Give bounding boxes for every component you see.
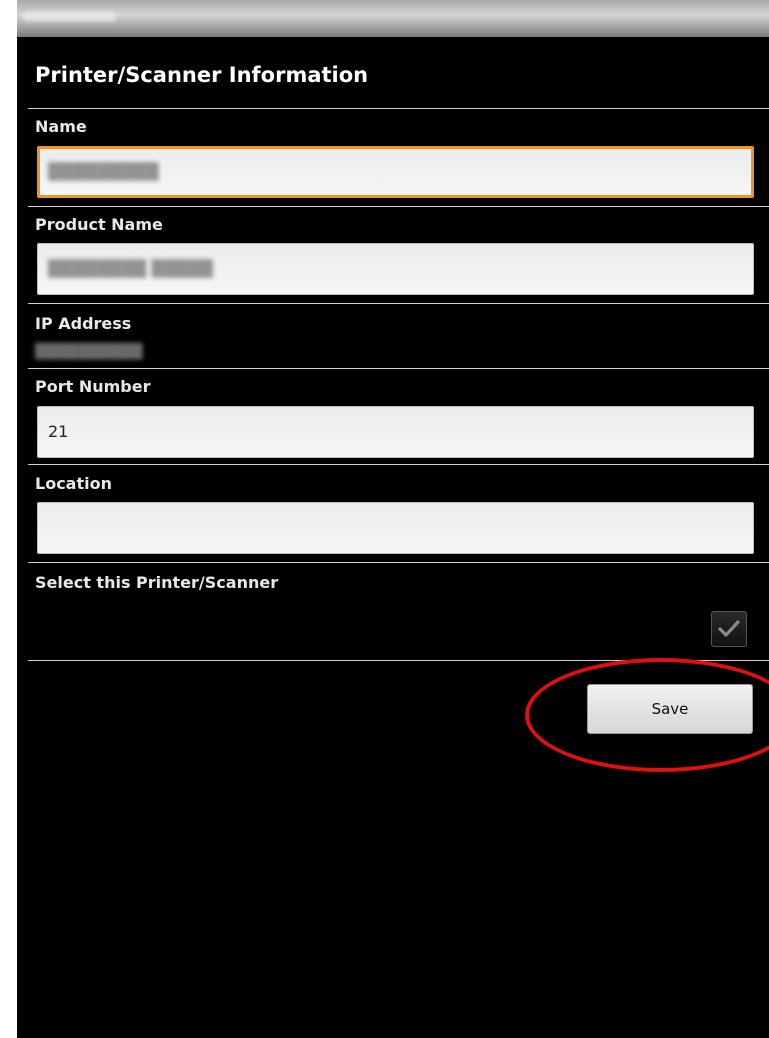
product-name-label: Product Name: [35, 215, 163, 234]
divider: [28, 660, 769, 661]
select-printer-checkbox[interactable]: [711, 611, 747, 647]
port-number-field-value: 21: [48, 422, 69, 441]
status-bar-masked-text: [23, 12, 115, 21]
select-printer-label: Select this Printer/Scanner: [35, 573, 279, 592]
port-number-field[interactable]: 21: [37, 406, 754, 458]
name-label: Name: [35, 117, 87, 136]
divider: [28, 562, 769, 563]
status-bar: [17, 0, 769, 37]
divider: [28, 108, 769, 109]
page-title: Printer/Scanner Information: [35, 63, 369, 87]
location-field[interactable]: [37, 502, 754, 554]
divider: [28, 464, 769, 465]
name-field-value: ▒▒▒▒▒▒▒▒▒: [48, 162, 159, 181]
name-field[interactable]: ▒▒▒▒▒▒▒▒▒: [37, 146, 754, 198]
ip-address-value: ▒▒▒▒▒▒▒▒▒▒: [35, 344, 143, 360]
save-button[interactable]: Save: [587, 684, 753, 734]
ip-address-label: IP Address: [35, 314, 132, 333]
app-screen: Printer/Scanner Information Name ▒▒▒▒▒▒▒…: [17, 0, 769, 1038]
port-number-label: Port Number: [35, 377, 151, 396]
check-icon: [718, 620, 740, 638]
product-name-field[interactable]: ▒▒▒▒▒▒▒▒ ▒▒▒▒▒: [37, 243, 754, 295]
divider: [28, 206, 769, 207]
divider: [28, 303, 769, 304]
product-name-field-value: ▒▒▒▒▒▒▒▒ ▒▒▒▒▒: [48, 259, 214, 278]
location-label: Location: [35, 474, 112, 493]
divider: [28, 368, 769, 369]
